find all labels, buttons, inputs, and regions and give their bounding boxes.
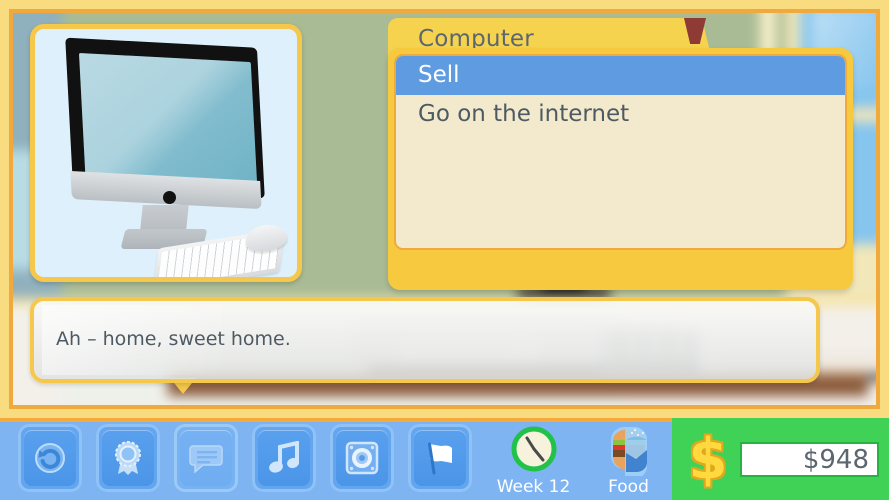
flag-button[interactable] xyxy=(408,424,472,492)
desktop-computer-icon xyxy=(65,37,289,277)
week-meter[interactable]: Week 12 xyxy=(486,418,581,500)
flag-icon xyxy=(408,424,472,492)
game-screen: Computer Sell Go on the internet Ah – ho… xyxy=(0,0,889,500)
undo-icon xyxy=(18,424,82,492)
computer-menu: Computer Sell Go on the internet xyxy=(388,18,853,290)
menu-item-sell[interactable]: Sell xyxy=(396,56,845,95)
music-button[interactable] xyxy=(252,424,316,492)
burger-icon xyxy=(600,424,658,479)
food-meter-label: Food xyxy=(608,477,649,497)
wall-panel-mid xyxy=(300,0,370,306)
monitor-logo-dot xyxy=(163,191,176,204)
award-ribbon-icon xyxy=(96,424,160,492)
undo-button[interactable] xyxy=(18,424,82,492)
awards-button[interactable] xyxy=(96,424,160,492)
week-meter-label: Week 12 xyxy=(496,477,571,497)
dollar-sign-icon: $ xyxy=(688,426,728,492)
food-meter[interactable]: Food xyxy=(581,418,676,500)
speech-bubble-icon xyxy=(174,424,238,492)
log-button[interactable] xyxy=(174,424,238,492)
computer-illustration-card xyxy=(30,24,302,282)
dialog-box[interactable]: Ah – home, sweet home. xyxy=(30,297,820,383)
clock-icon xyxy=(505,424,563,476)
menu-option-list[interactable]: Sell Go on the internet xyxy=(394,54,847,250)
monitor-screen-glare xyxy=(79,53,258,191)
speaker-icon xyxy=(330,424,394,492)
sound-button[interactable] xyxy=(330,424,394,492)
money-value: $948 xyxy=(740,442,879,477)
money-panel: $ $948 xyxy=(672,418,889,500)
dialog-text: Ah – home, sweet home. xyxy=(56,328,291,350)
music-note-icon xyxy=(252,424,316,492)
menu-item-go-on-the-internet[interactable]: Go on the internet xyxy=(396,95,845,134)
